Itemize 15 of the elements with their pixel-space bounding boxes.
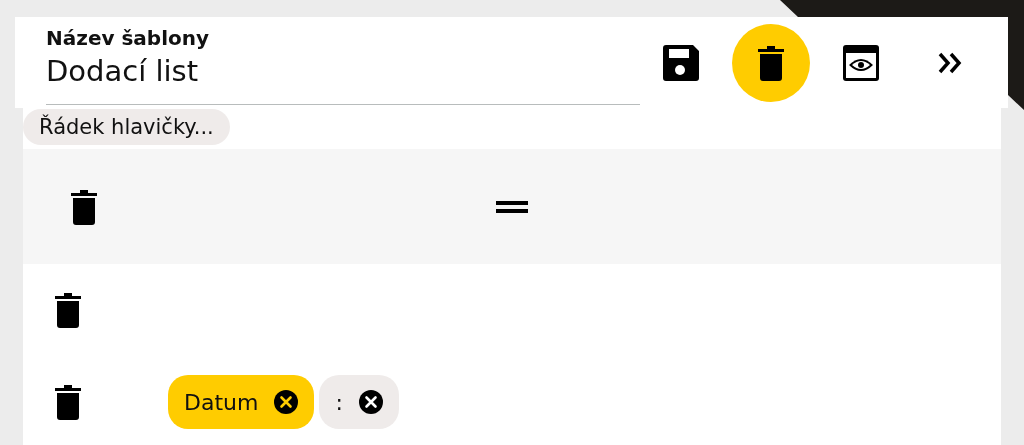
remove-icon[interactable] [358, 390, 383, 414]
trash-icon[interactable] [54, 292, 82, 328]
field-value: Dodací list [46, 54, 200, 88]
eye-icon [843, 45, 879, 81]
token-chip[interactable]: Datum [168, 375, 315, 429]
trash-icon[interactable] [70, 188, 98, 225]
remove-icon[interactable] [274, 390, 299, 414]
template-name-field[interactable]: Název šablony Dodací list [46, 17, 640, 105]
section-chip[interactable]: Řádek hlavičky... [23, 109, 230, 145]
drag-handle-icon[interactable] [496, 201, 528, 213]
trash-icon [757, 45, 785, 81]
token-chip[interactable]: : [319, 375, 399, 429]
trash-icon[interactable] [54, 384, 82, 420]
save-icon [663, 45, 699, 81]
field-label: Název šablony [46, 26, 211, 50]
